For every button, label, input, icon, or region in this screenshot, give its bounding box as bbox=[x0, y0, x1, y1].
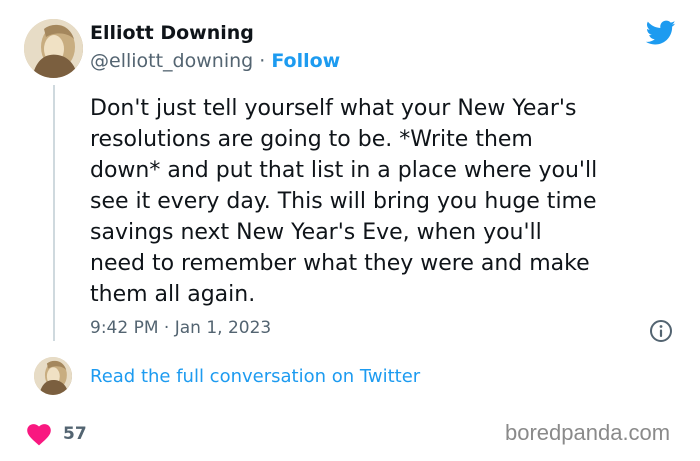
watermark: boredpanda.com bbox=[505, 420, 671, 445]
tweet-text: Don't just tell yourself what your New Y… bbox=[90, 96, 598, 307]
reply-avatar[interactable] bbox=[34, 357, 72, 395]
read-conversation-link[interactable]: Read the full conversation on Twitter bbox=[90, 366, 420, 387]
thread-line bbox=[53, 85, 55, 341]
info-icon[interactable] bbox=[649, 319, 673, 343]
author-avatar[interactable] bbox=[24, 19, 83, 78]
like-count: 57 bbox=[63, 424, 87, 444]
author-name[interactable]: Elliott Downing bbox=[90, 22, 254, 44]
heart-icon[interactable] bbox=[27, 424, 51, 446]
twitter-bird-icon[interactable] bbox=[646, 20, 676, 46]
author-handle[interactable]: @elliott_downing bbox=[90, 50, 253, 72]
tweet-timestamp[interactable]: 9:42 PM · Jan 1, 2023 bbox=[90, 318, 271, 338]
handle-separator: · bbox=[253, 50, 272, 72]
author-handle-row: @elliott_downing · Follow bbox=[90, 50, 340, 72]
follow-button[interactable]: Follow bbox=[271, 50, 340, 72]
